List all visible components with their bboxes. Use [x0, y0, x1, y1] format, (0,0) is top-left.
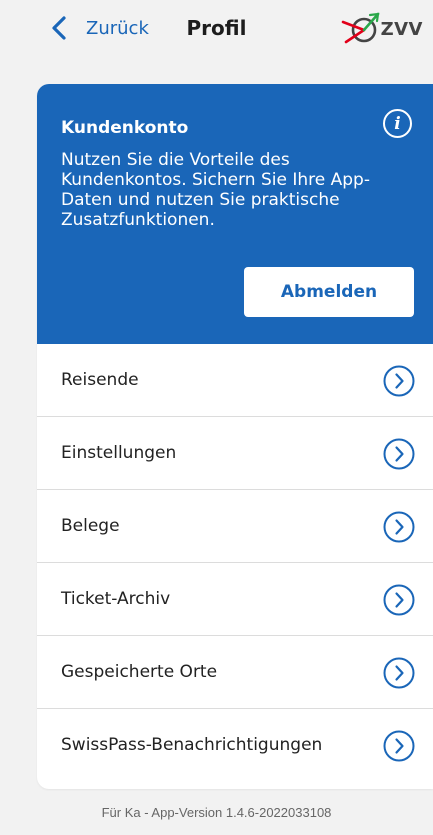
menu-item-gespeicherte-orte[interactable]: Gespeicherte Orte	[37, 636, 433, 709]
menu-item-ticket-archiv[interactable]: Ticket-Archiv	[37, 563, 433, 636]
app-version-footer: Für Ka - App-Version 1.4.6-2022033108	[101, 805, 332, 820]
menu-item-label: Belege	[61, 516, 120, 536]
chevron-right-circle-icon	[383, 511, 415, 543]
menu-item-label: Gespeicherte Orte	[61, 662, 218, 682]
zvv-logo-mark-icon	[341, 12, 379, 44]
menu-item-label: Einstellungen	[61, 443, 177, 463]
chevron-right-circle-icon	[383, 584, 415, 616]
top-bar: Zurück Profil ZVV	[0, 0, 433, 64]
account-title: Kundenkonto	[61, 118, 189, 138]
chevron-right-circle-icon	[383, 438, 415, 470]
account-description: Nutzen Sie die Vorteile des Kundenkontos…	[61, 150, 370, 230]
profile-menu: Reisende Einstellungen Belege Ticket-Arc…	[37, 344, 433, 784]
logout-button[interactable]: Abmelden	[244, 267, 414, 317]
menu-item-reisende[interactable]: Reisende	[37, 344, 433, 417]
menu-item-swisspass-benachrichtigungen[interactable]: SwissPass-Benachrichtigungen	[37, 709, 433, 784]
logo-text: ZVV	[380, 18, 423, 40]
chevron-right-circle-icon	[383, 365, 415, 397]
profile-screen: Zurück Profil ZVV Kundenkonto i Nutzen S…	[0, 0, 433, 835]
chevron-right-circle-icon	[383, 730, 415, 762]
account-panel: Kundenkonto i Nutzen Sie die Vorteile de…	[37, 84, 433, 344]
menu-item-label: Reisende	[61, 370, 139, 390]
menu-item-label: SwissPass-Benachrichtigungen	[61, 735, 323, 755]
menu-item-belege[interactable]: Belege	[37, 490, 433, 563]
info-icon[interactable]: i	[383, 109, 412, 138]
menu-item-label: Ticket-Archiv	[61, 589, 171, 609]
chevron-right-circle-icon	[383, 657, 415, 689]
profile-card: Kundenkonto i Nutzen Sie die Vorteile de…	[37, 84, 433, 789]
zvv-logo: ZVV	[340, 12, 423, 46]
menu-item-einstellungen[interactable]: Einstellungen	[37, 417, 433, 490]
